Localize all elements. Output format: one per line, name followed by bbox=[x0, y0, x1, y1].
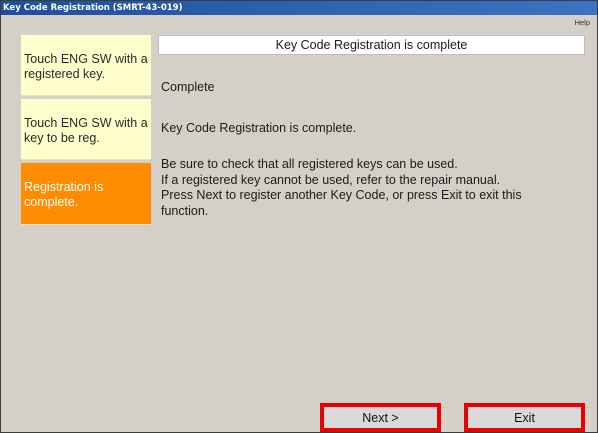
step-item-registered-key: Touch ENG SW with a registered key. bbox=[21, 35, 151, 96]
instructions-text: Be sure to check that all registered key… bbox=[161, 157, 581, 219]
instruction-line: Press Next to register another Key Code,… bbox=[161, 188, 522, 202]
status-text: Complete bbox=[161, 80, 215, 94]
step-item-key-to-register: Touch ENG SW with a key to be reg. bbox=[21, 99, 151, 160]
step-list: Touch ENG SW with a registered key. Touc… bbox=[21, 35, 151, 228]
next-button[interactable]: Next > bbox=[320, 403, 441, 432]
exit-button[interactable]: Exit bbox=[464, 403, 585, 432]
step-label: Touch ENG SW with a registered key. bbox=[24, 52, 148, 81]
content-panel: Key Code Registration is complete Comple… bbox=[158, 35, 585, 218]
help-link[interactable]: Help bbox=[575, 18, 590, 27]
result-message: Key Code Registration is complete. bbox=[161, 121, 357, 135]
step-label: Touch ENG SW with a key to be reg. bbox=[24, 116, 148, 145]
app-window: Key Code Registration (SMRT-43-019) Help… bbox=[0, 0, 598, 433]
help-bar: Help bbox=[1, 15, 597, 31]
page-title: Key Code Registration is complete bbox=[158, 35, 585, 55]
step-item-registration-complete: Registration is complete. bbox=[21, 163, 151, 225]
instruction-line: If a registered key cannot be used, refe… bbox=[161, 172, 501, 187]
step-label: Registration is complete. bbox=[24, 180, 104, 209]
window-title-bar: Key Code Registration (SMRT-43-019) bbox=[1, 1, 597, 15]
instruction-line: function. bbox=[161, 203, 209, 218]
window-title: Key Code Registration (SMRT-43-019) bbox=[3, 3, 183, 13]
instruction-line: Be sure to check that all registered key… bbox=[161, 157, 458, 171]
